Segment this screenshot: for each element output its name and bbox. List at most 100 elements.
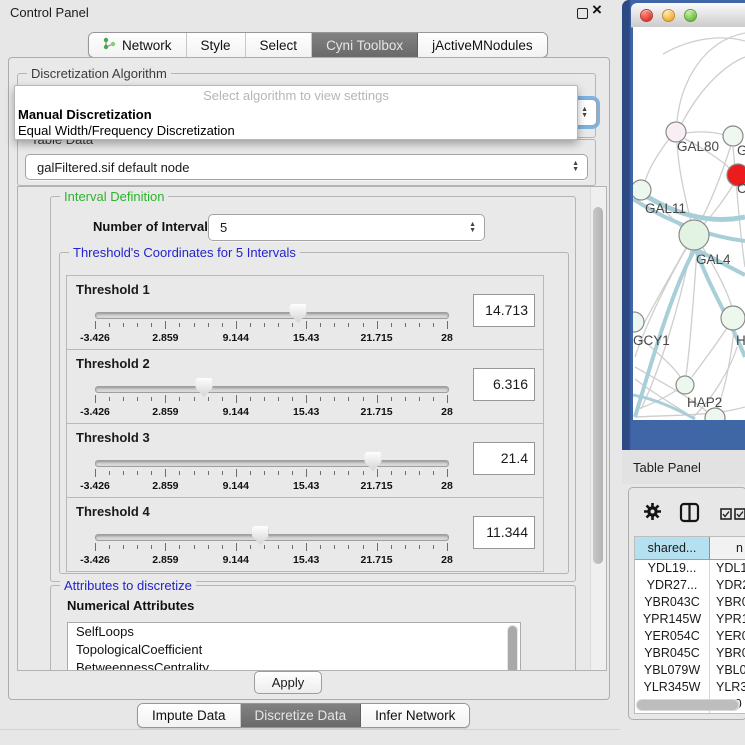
threshold-coordinates-group: Threshold's Coordinates for 5 Intervals … — [59, 252, 569, 574]
table-cell[interactable]: YLR3 — [710, 679, 745, 696]
table-data-group: Table Data galFiltered.sif default node … — [17, 139, 596, 186]
table-cell[interactable]: YDL19... — [635, 560, 710, 577]
table-row[interactable]: YBR045CYBR0 — [635, 645, 745, 662]
slider-track[interactable] — [95, 534, 449, 541]
algorithm-option-manual[interactable]: Manual Discretization — [15, 107, 577, 123]
gear-icon[interactable] — [643, 502, 662, 526]
network-node-label: H — [736, 333, 745, 348]
attribute-list-item[interactable]: TopologicalCoefficient — [68, 641, 520, 659]
threshold-row-3: Threshold 3-3.4262.8599.14415.4321.71528… — [66, 423, 544, 498]
tab-impute-data[interactable]: Impute Data — [138, 704, 241, 727]
tab-infer-network[interactable]: Infer Network — [361, 704, 469, 727]
attribute-list-item[interactable]: BetweennessCentrality — [68, 659, 520, 671]
table-cell[interactable]: YDL1 — [710, 560, 745, 577]
table-row[interactable]: YDL19...YDL1 — [635, 560, 745, 577]
table-row[interactable]: YLR345WYLR3 — [635, 679, 745, 696]
slider-track[interactable] — [95, 386, 449, 393]
threshold-slider[interactable]: -3.4262.8599.14415.4321.71528 — [95, 383, 447, 423]
attributes-group-title: Attributes to discretize — [60, 578, 196, 593]
slider-track[interactable] — [95, 460, 449, 467]
table-data-combobox[interactable]: galFiltered.sif default node ▲▼ — [25, 154, 588, 180]
slider-track[interactable] — [95, 312, 449, 319]
network-node[interactable] — [676, 376, 694, 394]
network-node[interactable] — [721, 306, 745, 330]
number-of-intervals-combobox[interactable]: 5 ▲▼ — [208, 214, 485, 241]
table-horizontal-scrollbar-thumb[interactable] — [637, 700, 738, 710]
network-edge[interactable] — [692, 328, 727, 377]
network-node[interactable] — [633, 312, 644, 332]
table-row[interactable]: YDR27...YDR2 — [635, 577, 745, 594]
table-cell[interactable]: YER0 — [710, 628, 745, 645]
table-header-row: shared... n — [635, 537, 745, 560]
column-header-shared-name[interactable]: shared... — [635, 537, 710, 559]
network-node[interactable] — [633, 180, 651, 200]
network-node[interactable] — [679, 220, 709, 250]
attribute-list-item[interactable]: SelfLoops — [68, 623, 520, 641]
table-row[interactable]: YPR145WYPR1 — [635, 611, 745, 628]
tab-select[interactable]: Select — [246, 33, 313, 57]
threshold-label: Threshold 2 — [76, 356, 150, 371]
threshold-value-field[interactable]: 6.316 — [473, 368, 535, 401]
tab-jactivemnodules[interactable]: jActiveMNodules — [418, 33, 547, 57]
threshold-slider[interactable]: -3.4262.8599.14415.4321.71528 — [95, 457, 447, 497]
table-row[interactable]: YBR043CYBR0 — [635, 594, 745, 611]
table-cell[interactable]: YPR1 — [710, 611, 745, 628]
network-edge[interactable] — [642, 246, 687, 327]
table-row[interactable]: YBL079WYBL0 — [635, 662, 745, 679]
threshold-slider[interactable]: -3.4262.8599.14415.4321.71528 — [95, 531, 447, 571]
table-panel: shared... n YDL19...YDL1YDR27...YDR2YBR0… — [628, 487, 745, 720]
table-cell[interactable]: YPR145W — [635, 611, 710, 628]
split-columns-icon[interactable] — [679, 502, 700, 528]
table-cell[interactable]: YBL0 — [710, 662, 745, 679]
attributes-list-scrollbar[interactable] — [507, 625, 518, 671]
float-window-icon[interactable] — [577, 8, 588, 19]
threshold-slider[interactable]: -3.4262.8599.14415.4321.71528 — [95, 309, 447, 349]
tab-discretize-data[interactable]: Discretize Data — [241, 704, 362, 727]
close-traffic-light-icon[interactable] — [640, 9, 653, 22]
table-cell[interactable]: YDR2 — [710, 577, 745, 594]
tab-network[interactable]: Network — [89, 33, 187, 57]
table-cell[interactable]: YBR0 — [710, 594, 745, 611]
network-edge[interactable] — [677, 33, 745, 121]
tab-style[interactable]: Style — [187, 33, 246, 57]
network-edge[interactable] — [686, 132, 724, 135]
number-of-intervals-label: Number of Intervals — [93, 219, 215, 234]
slider-tick-labels: -3.4262.8599.14415.4321.71528 — [95, 480, 447, 493]
close-icon[interactable]: × — [592, 0, 602, 20]
table-cell[interactable]: YBR0 — [710, 645, 745, 662]
apply-button[interactable]: Apply — [254, 671, 322, 694]
network-edge[interactable] — [686, 250, 697, 375]
threshold-value-field[interactable]: 11.344 — [473, 516, 535, 549]
table-cell[interactable]: YBR043C — [635, 594, 710, 611]
network-canvas[interactable]: GAL80GACGAL11GAL4GCY1HHAP2 — [633, 27, 745, 420]
network-view-window: GAL80GACGAL11GAL4GCY1HHAP2 — [622, 0, 745, 450]
network-edge[interactable] — [663, 38, 745, 54]
application-window: Control Panel × Network Style Select Cyn… — [0, 0, 745, 745]
network-window-titlebar[interactable] — [631, 3, 745, 28]
checkbox-checked-icon[interactable] — [720, 507, 732, 525]
minimize-traffic-light-icon[interactable] — [662, 9, 675, 22]
network-edge[interactable] — [645, 139, 669, 181]
table-cell[interactable]: YBL079W — [635, 662, 710, 679]
settings-scrollbar-thumb[interactable] — [593, 207, 603, 564]
table-cell[interactable]: YLR345W — [635, 679, 710, 696]
column-header-name[interactable]: n — [710, 537, 745, 559]
table-cell[interactable]: YER054C — [635, 628, 710, 645]
settings-scrollbar[interactable] — [590, 187, 606, 670]
table-cell[interactable]: YDR27... — [635, 577, 710, 594]
table-cell[interactable]: YBR045C — [635, 645, 710, 662]
table-horizontal-scrollbar[interactable] — [636, 699, 740, 711]
tab-cyni-toolbox[interactable]: Cyni Toolbox — [312, 33, 418, 57]
threshold-value-field[interactable]: 14.713 — [473, 294, 535, 327]
numerical-attributes-list[interactable]: SelfLoopsTopologicalCoefficientBetweenne… — [67, 622, 521, 671]
table-row[interactable]: YER054CYER0 — [635, 628, 745, 645]
cyni-toolbox-panel: Discretization Algorithm ▲▼ Select algor… — [8, 57, 610, 700]
algorithm-option-equal-width[interactable]: Equal Width/Frequency Discretization — [15, 123, 577, 139]
zoom-traffic-light-icon[interactable] — [684, 9, 697, 22]
network-edge[interactable] — [682, 57, 745, 123]
algorithm-dropdown-popup: Select algorithm to view settings Manual… — [14, 85, 578, 140]
table-data-selected-value: galFiltered.sif default node — [37, 160, 189, 175]
threshold-label: Threshold 1 — [76, 282, 150, 297]
checkbox-checked-icon[interactable] — [734, 507, 745, 525]
threshold-value-field[interactable]: 21.4 — [473, 442, 535, 475]
